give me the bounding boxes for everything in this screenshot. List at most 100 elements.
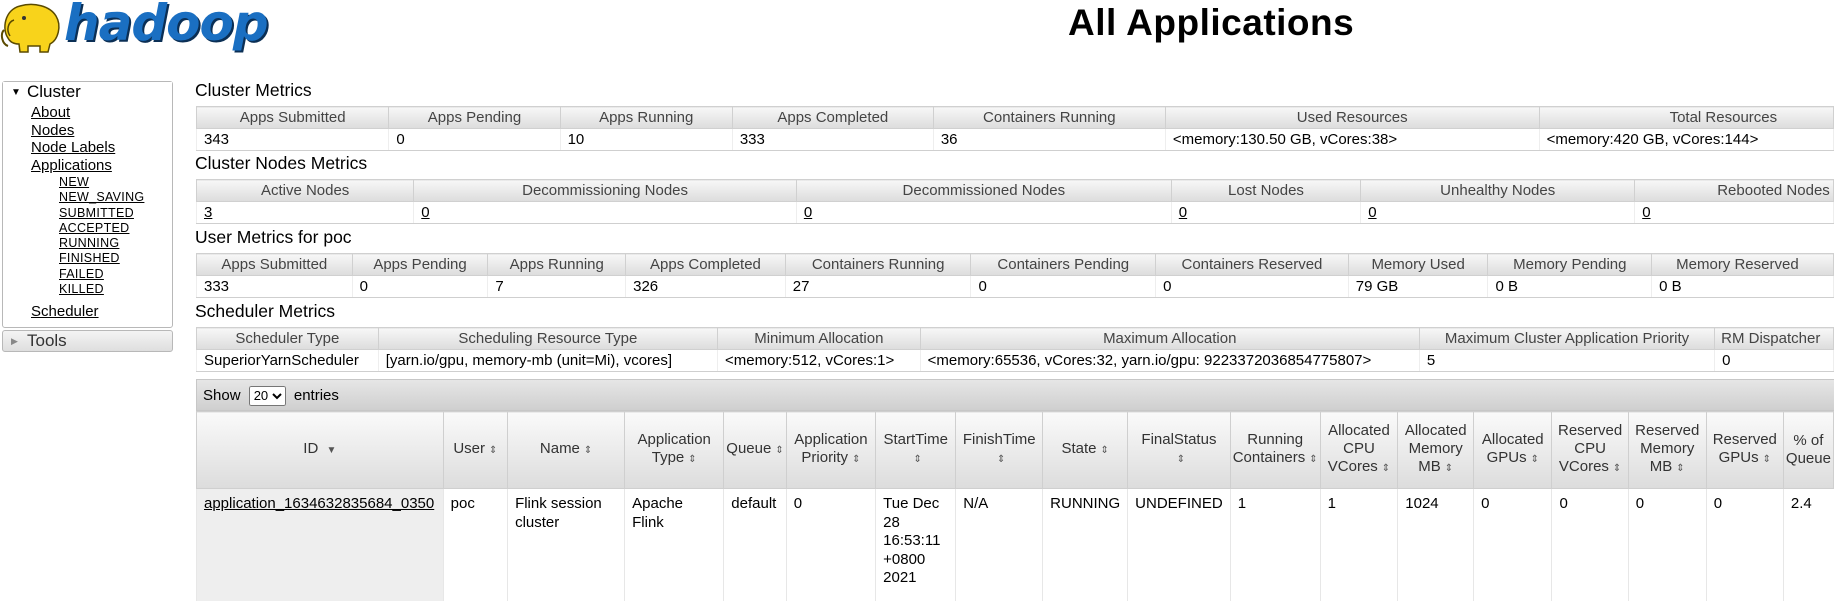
tools-header[interactable]: ▶Tools bbox=[2, 330, 173, 352]
metric-value: 0 B bbox=[1488, 276, 1652, 298]
col-header: Memory Used bbox=[1348, 254, 1488, 276]
col-header-name[interactable]: Name⇕ bbox=[508, 412, 625, 489]
cluster-label: Cluster bbox=[27, 82, 81, 101]
col-header: Apps Completed bbox=[626, 254, 786, 276]
nav-state-new[interactable]: NEW bbox=[59, 175, 172, 190]
decommissioned-nodes-link[interactable]: 0 bbox=[804, 204, 812, 221]
col-header-user[interactable]: User⇕ bbox=[443, 412, 507, 489]
sort-icon: ⇕ bbox=[1613, 463, 1621, 474]
application-id-link[interactable]: application_1634632835684_0350 bbox=[204, 495, 434, 512]
col-header: Memory Reserved bbox=[1652, 254, 1834, 276]
sort-icon: ⇕ bbox=[997, 454, 1005, 465]
col-header: Apps Running bbox=[560, 107, 732, 129]
cell-final-status: UNDEFINED bbox=[1128, 489, 1231, 601]
cell-queue: default bbox=[724, 489, 786, 601]
col-header-allocated-cpu-vcores[interactable]: Allocated CPU VCores⇕ bbox=[1320, 412, 1398, 489]
page-size-select[interactable]: 20 bbox=[249, 386, 286, 406]
nav-link-about[interactable]: About bbox=[31, 104, 172, 122]
cell-user: poc bbox=[443, 489, 507, 601]
col-header: Lost Nodes bbox=[1171, 180, 1360, 202]
cell-allocated-memory-mb: 1024 bbox=[1398, 489, 1474, 601]
col-header-allocated-gpus[interactable]: Allocated GPUs⇕ bbox=[1474, 412, 1552, 489]
metric-value: 0 B bbox=[1652, 276, 1834, 298]
cell-running-containers: 1 bbox=[1230, 489, 1320, 601]
user-metrics-table: Apps Submitted Apps Pending Apps Running… bbox=[196, 253, 1834, 298]
col-header: Scheduling Resource Type bbox=[378, 328, 717, 350]
col-header: RM Dispatcher bbox=[1715, 328, 1834, 350]
nav-link-scheduler[interactable]: Scheduler bbox=[31, 303, 172, 321]
sort-icon: ⇕ bbox=[775, 445, 783, 456]
cell-finish-time: N/A bbox=[956, 489, 1043, 601]
applications-table: ID ▼ User⇕ Name⇕ Application Type⇕ Queue… bbox=[196, 411, 1834, 601]
col-header-reserved-cpu-vcores[interactable]: Reserved CPU VCores⇕ bbox=[1552, 412, 1628, 489]
sort-icon: ⇕ bbox=[914, 454, 922, 465]
col-header: Apps Pending bbox=[352, 254, 488, 276]
metric-value: 27 bbox=[785, 276, 971, 298]
scheduler-metrics-title: Scheduler Metrics bbox=[195, 301, 335, 322]
nav-state-finished[interactable]: FINISHED bbox=[59, 251, 172, 266]
cell-application-priority: 0 bbox=[786, 489, 875, 601]
table-row: application_1634632835684_0350 poc Flink… bbox=[197, 489, 1834, 601]
triangle-down-icon: ▼ bbox=[11, 83, 27, 103]
col-header-running-containers[interactable]: Running Containers⇕ bbox=[1230, 412, 1320, 489]
col-header-id[interactable]: ID ▼ bbox=[197, 412, 444, 489]
col-header-final-status[interactable]: FinalStatus⇕ bbox=[1128, 412, 1231, 489]
col-header-reserved-gpus[interactable]: Reserved GPUs⇕ bbox=[1706, 412, 1783, 489]
metric-value: 0 bbox=[352, 276, 488, 298]
rebooted-nodes-link[interactable]: 0 bbox=[1642, 204, 1650, 221]
lost-nodes-link[interactable]: 0 bbox=[1179, 204, 1187, 221]
col-header: Apps Running bbox=[488, 254, 626, 276]
col-header: Memory Pending bbox=[1488, 254, 1652, 276]
col-header-state[interactable]: State⇕ bbox=[1043, 412, 1128, 489]
col-header: Containers Reserved bbox=[1156, 254, 1349, 276]
cluster-menu: ▼Cluster About Nodes Node Labels Applica… bbox=[2, 81, 173, 328]
col-header-queue[interactable]: Queue⇕ bbox=[724, 412, 786, 489]
sort-icon: ⇕ bbox=[489, 445, 497, 456]
nav-state-submitted[interactable]: SUBMITTED bbox=[59, 206, 172, 221]
nav-state-accepted[interactable]: ACCEPTED bbox=[59, 221, 172, 236]
nav-state-killed[interactable]: KILLED bbox=[59, 282, 172, 297]
col-header: Minimum Allocation bbox=[718, 328, 921, 350]
cell-state: RUNNING bbox=[1043, 489, 1128, 601]
cell-percent-of-queue: 2.4 bbox=[1783, 489, 1833, 601]
nav-link-nodes[interactable]: Nodes bbox=[31, 122, 172, 140]
col-header-application-priority[interactable]: Application Priority⇕ bbox=[786, 412, 875, 489]
page-title: All Applications bbox=[1068, 2, 1354, 44]
sort-icon: ⇕ bbox=[584, 445, 592, 456]
col-header-application-type[interactable]: Application Type⇕ bbox=[625, 412, 724, 489]
col-header-reserved-memory-mb[interactable]: Reserved Memory MB⇕ bbox=[1628, 412, 1706, 489]
nodes-metrics-table: Active Nodes Decommissioning Nodes Decom… bbox=[196, 179, 1834, 224]
nav-state-failed[interactable]: FAILED bbox=[59, 267, 172, 282]
col-header: Apps Pending bbox=[389, 107, 560, 129]
metric-value: <memory:65536, vCores:32, yarn.io/gpu: 9… bbox=[920, 350, 1419, 372]
decommissioning-nodes-link[interactable]: 0 bbox=[421, 204, 429, 221]
metric-value: 5 bbox=[1419, 350, 1714, 372]
col-header-allocated-memory-mb[interactable]: Allocated Memory MB⇕ bbox=[1398, 412, 1474, 489]
cluster-metrics-table: Apps Submitted Apps Pending Apps Running… bbox=[196, 106, 1834, 151]
unhealthy-nodes-link[interactable]: 0 bbox=[1368, 204, 1376, 221]
col-header: Containers Pending bbox=[971, 254, 1156, 276]
sort-icon: ⇕ bbox=[852, 454, 860, 465]
col-header: Apps Submitted bbox=[197, 254, 353, 276]
col-header-finish-time[interactable]: FinishTime⇕ bbox=[956, 412, 1043, 489]
nav-state-running[interactable]: RUNNING bbox=[59, 236, 172, 251]
cell-allocated-gpus: 0 bbox=[1474, 489, 1552, 601]
nav-state-new-saving[interactable]: NEW_SAVING bbox=[59, 190, 172, 205]
col-header: Total Resources bbox=[1539, 107, 1833, 129]
sort-icon: ⇕ bbox=[1177, 454, 1185, 465]
cell-start-time: Tue Dec 28 16:53:11 +0800 2021 bbox=[876, 489, 956, 601]
col-header: Maximum Cluster Application Priority bbox=[1419, 328, 1714, 350]
col-header: Scheduler Type bbox=[197, 328, 379, 350]
cluster-header[interactable]: ▼Cluster bbox=[3, 82, 172, 102]
active-nodes-link[interactable]: 3 bbox=[204, 204, 212, 221]
tools-label: Tools bbox=[27, 331, 67, 350]
nav-link-node-labels[interactable]: Node Labels bbox=[31, 139, 172, 157]
col-header-start-time[interactable]: StartTime⇕ bbox=[876, 412, 956, 489]
cluster-metrics-title: Cluster Metrics bbox=[195, 80, 312, 101]
col-header-percent-of-queue[interactable]: % of Queue bbox=[1783, 412, 1833, 489]
sidebar: ▼Cluster About Nodes Node Labels Applica… bbox=[2, 81, 173, 352]
col-header: Apps Submitted bbox=[197, 107, 389, 129]
show-label: Show bbox=[203, 387, 241, 404]
nav-link-applications[interactable]: Applications bbox=[31, 157, 172, 175]
col-header: Apps Completed bbox=[732, 107, 933, 129]
